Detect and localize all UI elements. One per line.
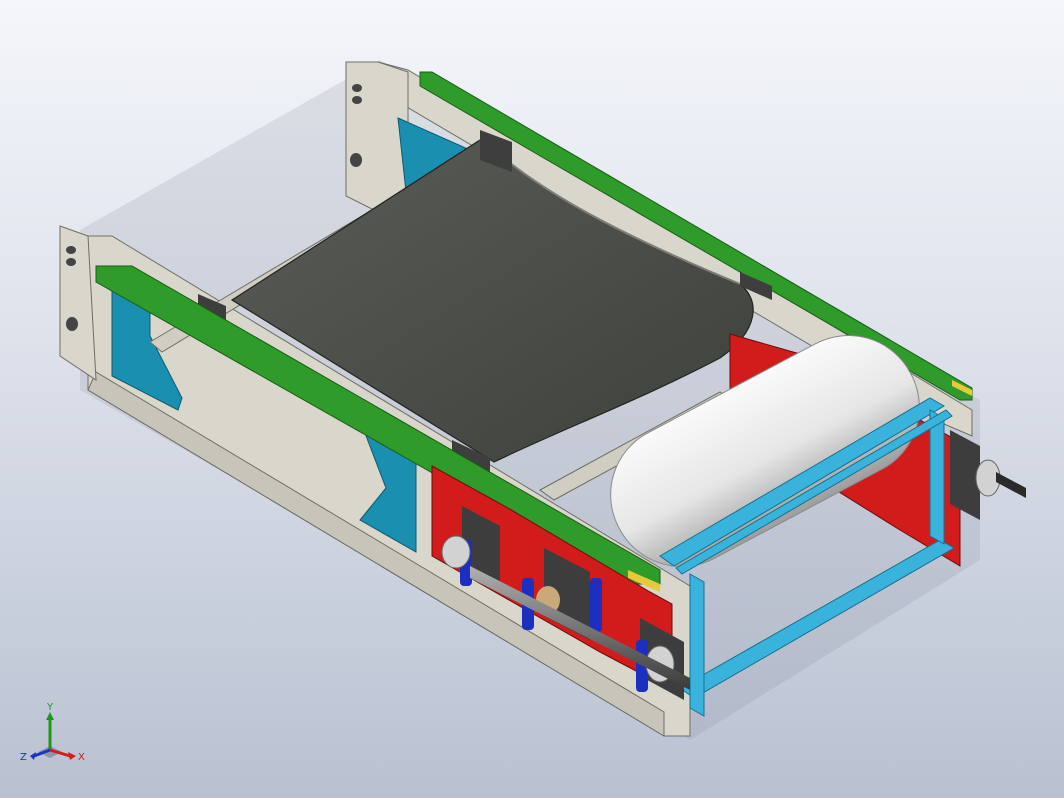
axis-triad[interactable]: Y X Z xyxy=(18,700,98,780)
mount-hole xyxy=(66,246,76,254)
mount-hole xyxy=(352,84,362,92)
mount-hole xyxy=(350,153,362,167)
y-axis-label: Y xyxy=(46,702,54,713)
bearing-block-back[interactable] xyxy=(950,430,1001,520)
mount-hole xyxy=(66,317,78,331)
cad-viewport[interactable]: Y X Z xyxy=(0,0,1064,798)
mount-hole xyxy=(66,258,76,266)
z-axis-label: Z xyxy=(20,752,27,763)
x-axis-arrow xyxy=(68,752,76,760)
mount-hole xyxy=(352,96,362,104)
y-axis-arrow xyxy=(46,712,54,720)
shaft-end-back[interactable] xyxy=(996,472,1026,498)
x-axis-label: X xyxy=(78,752,85,763)
conveyor-model[interactable] xyxy=(0,0,1064,798)
